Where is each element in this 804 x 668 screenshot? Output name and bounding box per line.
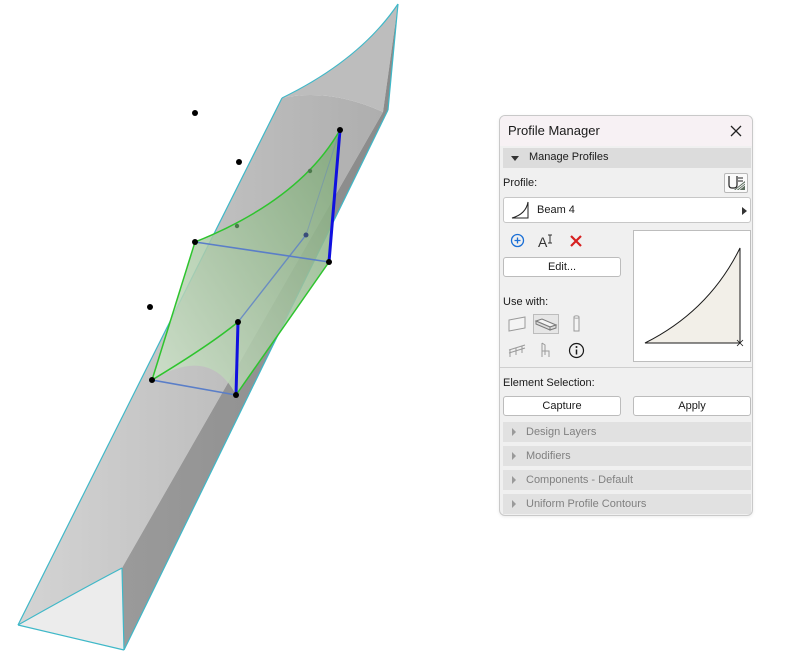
use-with-label: Use with: <box>503 296 549 308</box>
delete-icon[interactable] <box>569 234 583 248</box>
rename-icon[interactable]: A <box>537 233 557 249</box>
profile-shape-icon <box>511 201 529 219</box>
close-icon[interactable] <box>726 121 746 141</box>
wall-icon[interactable] <box>507 315 529 333</box>
profile-label: Profile: <box>503 177 538 189</box>
panel-title: Profile Manager <box>508 123 600 138</box>
svg-text:A: A <box>538 234 548 249</box>
railing-icon[interactable] <box>507 341 529 359</box>
chevron-right-icon <box>512 500 516 508</box>
chevron-down-icon <box>511 156 519 161</box>
section-label: Design Layers <box>526 426 597 438</box>
modifiers-section[interactable]: Modifiers <box>503 446 751 466</box>
add-icon[interactable] <box>510 233 525 248</box>
profile-tool-button[interactable] <box>724 173 748 193</box>
profile-tool-icon <box>728 176 746 191</box>
profile-select[interactable]: Beam 4 <box>503 197 751 223</box>
chevron-right-icon <box>742 207 747 215</box>
chevron-right-icon <box>512 428 516 436</box>
element-selection-label: Element Selection: <box>503 377 595 389</box>
profile-select-value: Beam 4 <box>537 204 575 216</box>
beam-icon <box>534 318 558 331</box>
divider <box>500 367 752 368</box>
object-icon[interactable] <box>537 341 555 359</box>
section-label: Modifiers <box>526 450 571 462</box>
section-label: Components - Default <box>526 474 633 486</box>
panel-titlebar[interactable]: Profile Manager <box>500 116 752 146</box>
profile-preview <box>633 230 751 362</box>
beam-toggle[interactable] <box>533 314 559 334</box>
capture-button[interactable]: Capture <box>503 396 621 416</box>
info-icon[interactable] <box>568 342 585 359</box>
edit-button[interactable]: Edit... <box>503 257 621 277</box>
components-section[interactable]: Components - Default <box>503 470 751 490</box>
column-icon[interactable] <box>571 314 583 334</box>
profile-manager-panel: Profile Manager Manage Profiles Profile:… <box>499 115 753 516</box>
chevron-right-icon <box>512 476 516 484</box>
apply-button[interactable]: Apply <box>633 396 751 416</box>
section-label: Manage Profiles <box>529 151 609 163</box>
section-label: Uniform Profile Contours <box>526 498 647 510</box>
design-layers-section[interactable]: Design Layers <box>503 422 751 442</box>
chevron-right-icon <box>512 452 516 460</box>
manage-profiles-header[interactable]: Manage Profiles <box>503 148 751 168</box>
uniform-profile-contours-section[interactable]: Uniform Profile Contours <box>503 494 751 514</box>
